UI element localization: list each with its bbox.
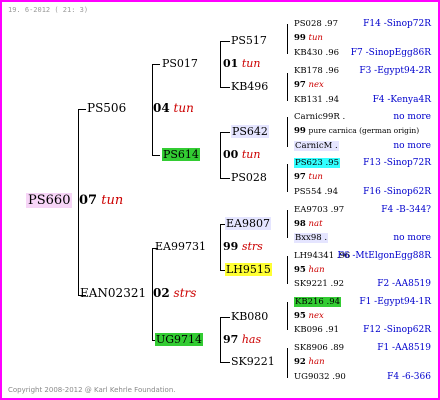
- gen4-mid: 92 han: [294, 357, 325, 367]
- pedigree-frame: 19. 6-2012 ( 21: 3) PS660 07 tun PS506 0…: [0, 0, 440, 400]
- connector: [220, 132, 221, 178]
- gen4-top-right: F14 -Sinop72R: [363, 19, 431, 29]
- gen4-bottom[interactable]: Bxx98 .: [294, 233, 329, 243]
- gen4-bottom-right: F7 -SinopEgg86R: [350, 48, 431, 58]
- connector: [220, 41, 230, 42]
- gen4-top[interactable]: SK8906 .89: [294, 343, 344, 353]
- gen3-node-8[interactable]: SK9221: [231, 355, 275, 368]
- gen2-info-4: 97 has: [223, 333, 262, 346]
- connector: [220, 87, 230, 88]
- connector: [220, 317, 230, 318]
- gen2-node-4[interactable]: UG9714: [155, 333, 204, 346]
- root-name[interactable]: PS660: [26, 193, 73, 208]
- gen4-bottom[interactable]: KB096 .91: [294, 325, 339, 335]
- gen2-node-3[interactable]: EA99731: [155, 240, 206, 253]
- gen4-bottom-right: F4 -Kenya4R: [372, 95, 431, 105]
- gen4-bottom-right: F12 -Sinop62R: [363, 325, 431, 335]
- connector: [287, 348, 288, 378]
- root-info: 07 tun: [79, 193, 124, 208]
- connector: [287, 117, 288, 147]
- root-node[interactable]: PS660: [26, 193, 73, 208]
- gen4-bottom-right: F4 -6-366: [387, 372, 431, 382]
- connector: [287, 256, 288, 284]
- gen4-top[interactable]: EA9703 .97: [294, 205, 344, 215]
- connector: [220, 317, 221, 362]
- gen1-dam-info: 02 strs: [153, 286, 197, 300]
- gen4-bottom-right: F2 -AA8519: [377, 279, 431, 289]
- gen3-node-4[interactable]: PS028: [231, 171, 267, 184]
- gen4-top[interactable]: PS623 .95: [294, 158, 340, 168]
- gen4-top-right: F1 -Egypt94-1R: [359, 297, 431, 307]
- gen4-bottom[interactable]: KB430 .96: [294, 48, 339, 58]
- connector: [220, 362, 230, 363]
- connector: [287, 164, 288, 192]
- connector: [220, 224, 221, 270]
- gen2-info-3: 99 strs: [223, 240, 263, 253]
- copyright-footer: Copyright 2008-2012 @ Karl Kehrle Founda…: [8, 386, 176, 394]
- gen2-info-2: 00 tun: [223, 148, 261, 161]
- gen2-node-1[interactable]: PS017: [162, 57, 198, 70]
- connector: [220, 178, 230, 179]
- gen4-bottom[interactable]: SK9221 .92: [294, 279, 344, 289]
- gen4-bottom[interactable]: PS554 .94: [294, 187, 338, 197]
- connector: [78, 109, 86, 110]
- connector: [220, 132, 230, 133]
- connector: [287, 210, 288, 238]
- gen4-top-right: F6 -MtElgonEgg88R: [337, 251, 431, 261]
- gen1-sire-info: 04 tun: [153, 101, 194, 115]
- gen3-node-1[interactable]: PS517: [231, 34, 267, 47]
- connector: [287, 302, 288, 330]
- gen3-node-6[interactable]: LH9515: [225, 263, 272, 276]
- gen4-mid: 98 nat: [294, 219, 323, 229]
- gen4-bottom-right: no more: [393, 233, 431, 243]
- gen4-top[interactable]: Carnic99R .: [294, 112, 345, 122]
- gen4-top-right: F3 -Egypt94-2R: [359, 66, 431, 76]
- gen4-bottom-right: no more: [393, 141, 431, 151]
- connector: [152, 64, 160, 65]
- gen4-mid: 99 pure carnica (german origin): [294, 126, 420, 136]
- gen1-dam[interactable]: EAN02321: [80, 286, 146, 300]
- connector: [287, 73, 288, 101]
- gen3-node-5[interactable]: EA9807: [225, 217, 271, 230]
- gen4-top-right: F4 -B-344?: [381, 205, 431, 215]
- gen4-mid: 97 nex: [294, 80, 324, 90]
- gen3-node-2[interactable]: KB496: [231, 80, 268, 93]
- connector: [220, 41, 221, 87]
- gen2-info-1: 01 tun: [223, 57, 261, 70]
- date-header: 19. 6-2012 ( 21: 3): [8, 6, 89, 14]
- gen4-mid: 95 han: [294, 265, 325, 275]
- gen3-node-3[interactable]: PS642: [231, 125, 269, 138]
- gen4-bottom-right: F16 -Sinop62R: [363, 187, 431, 197]
- gen4-top[interactable]: KB178 .96: [294, 66, 339, 76]
- gen2-node-2[interactable]: PS614: [162, 148, 200, 161]
- gen4-mid: 97 tun: [294, 172, 323, 182]
- gen4-top-right: no more: [393, 112, 431, 122]
- connector: [152, 155, 160, 156]
- gen4-bottom[interactable]: KB131 .94: [294, 95, 339, 105]
- gen4-bottom[interactable]: CarnicM .: [294, 141, 339, 151]
- gen4-bottom[interactable]: UG9032 .90: [294, 372, 346, 382]
- connector: [287, 24, 288, 54]
- gen3-node-7[interactable]: KB080: [231, 310, 268, 323]
- gen4-top-right: F13 -Sinop72R: [363, 158, 431, 168]
- gen4-top-right: F1 -AA8519: [377, 343, 431, 353]
- gen4-mid: 95 nex: [294, 311, 324, 321]
- gen4-top[interactable]: KB216 .94: [294, 297, 342, 307]
- gen4-top[interactable]: PS028 .97: [294, 19, 338, 29]
- gen1-sire[interactable]: PS506: [87, 101, 126, 115]
- gen4-mid: 99 tun: [294, 33, 323, 43]
